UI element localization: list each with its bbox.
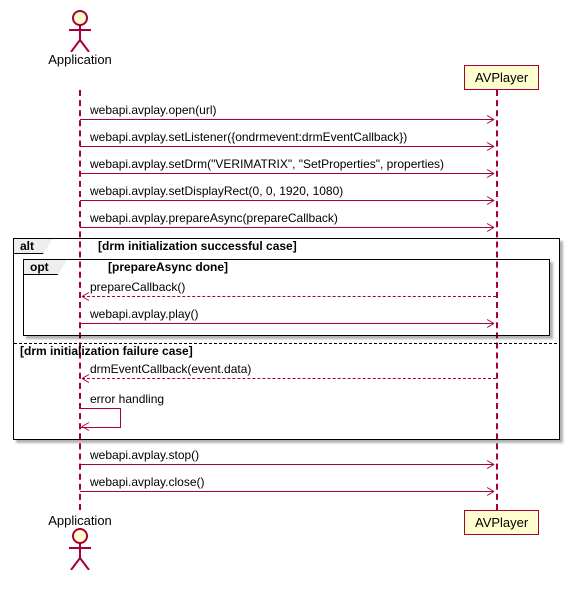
fragment-opt-cond: [prepareAsync done] (108, 260, 228, 274)
arrow-stop (80, 464, 494, 465)
fragment-alt-label: alt (13, 238, 53, 254)
arrow-close (80, 491, 494, 492)
actor-application-label-top: Application (40, 52, 120, 67)
sequence-diagram: Application AVPlayer webapi.avplay.open(… (10, 10, 570, 593)
fragment-opt: opt (23, 259, 550, 336)
arrow-preparecallback (82, 296, 496, 297)
msg-prepareasync: webapi.avplay.prepareAsync(prepareCallba… (90, 211, 338, 225)
participant-avplayer-top: AVPlayer (464, 65, 539, 90)
selfloop-errorhandling (80, 408, 121, 428)
msg-open: webapi.avplay.open(url) (90, 103, 217, 117)
arrow-prepareasync (80, 227, 494, 228)
msg-setdrm: webapi.avplay.setDrm("VERIMATRIX", "SetP… (90, 157, 444, 171)
arrow-setdisplayrect (80, 200, 494, 201)
arrow-play (80, 323, 494, 324)
arrow-setdrm (80, 173, 494, 174)
msg-stop: webapi.avplay.stop() (90, 448, 199, 462)
fragment-alt-cond2: [drm initialization failure case] (20, 344, 193, 358)
msg-drmeventcallback: drmEventCallback(event.data) (90, 362, 251, 376)
msg-errorhandling: error handling (90, 392, 164, 406)
arrow-drmeventcallback (82, 378, 496, 379)
msg-close: webapi.avplay.close() (90, 475, 205, 489)
msg-setlistener: webapi.avplay.setListener({ondrmevent:dr… (90, 130, 407, 144)
fragment-opt-label: opt (23, 259, 68, 275)
participant-avplayer-bottom: AVPlayer (464, 510, 539, 535)
msg-preparecallback: prepareCallback() (90, 280, 185, 294)
actor-application-bottom: Application (40, 513, 120, 570)
actor-application-top: Application (40, 10, 120, 67)
actor-application-label-bottom: Application (40, 513, 120, 528)
msg-setdisplayrect: webapi.avplay.setDisplayRect(0, 0, 1920,… (90, 184, 343, 198)
msg-play: webapi.avplay.play() (90, 307, 199, 321)
arrow-open (80, 119, 494, 120)
arrow-setlistener (80, 146, 494, 147)
fragment-alt-cond1: [drm initialization successful case] (98, 239, 297, 253)
